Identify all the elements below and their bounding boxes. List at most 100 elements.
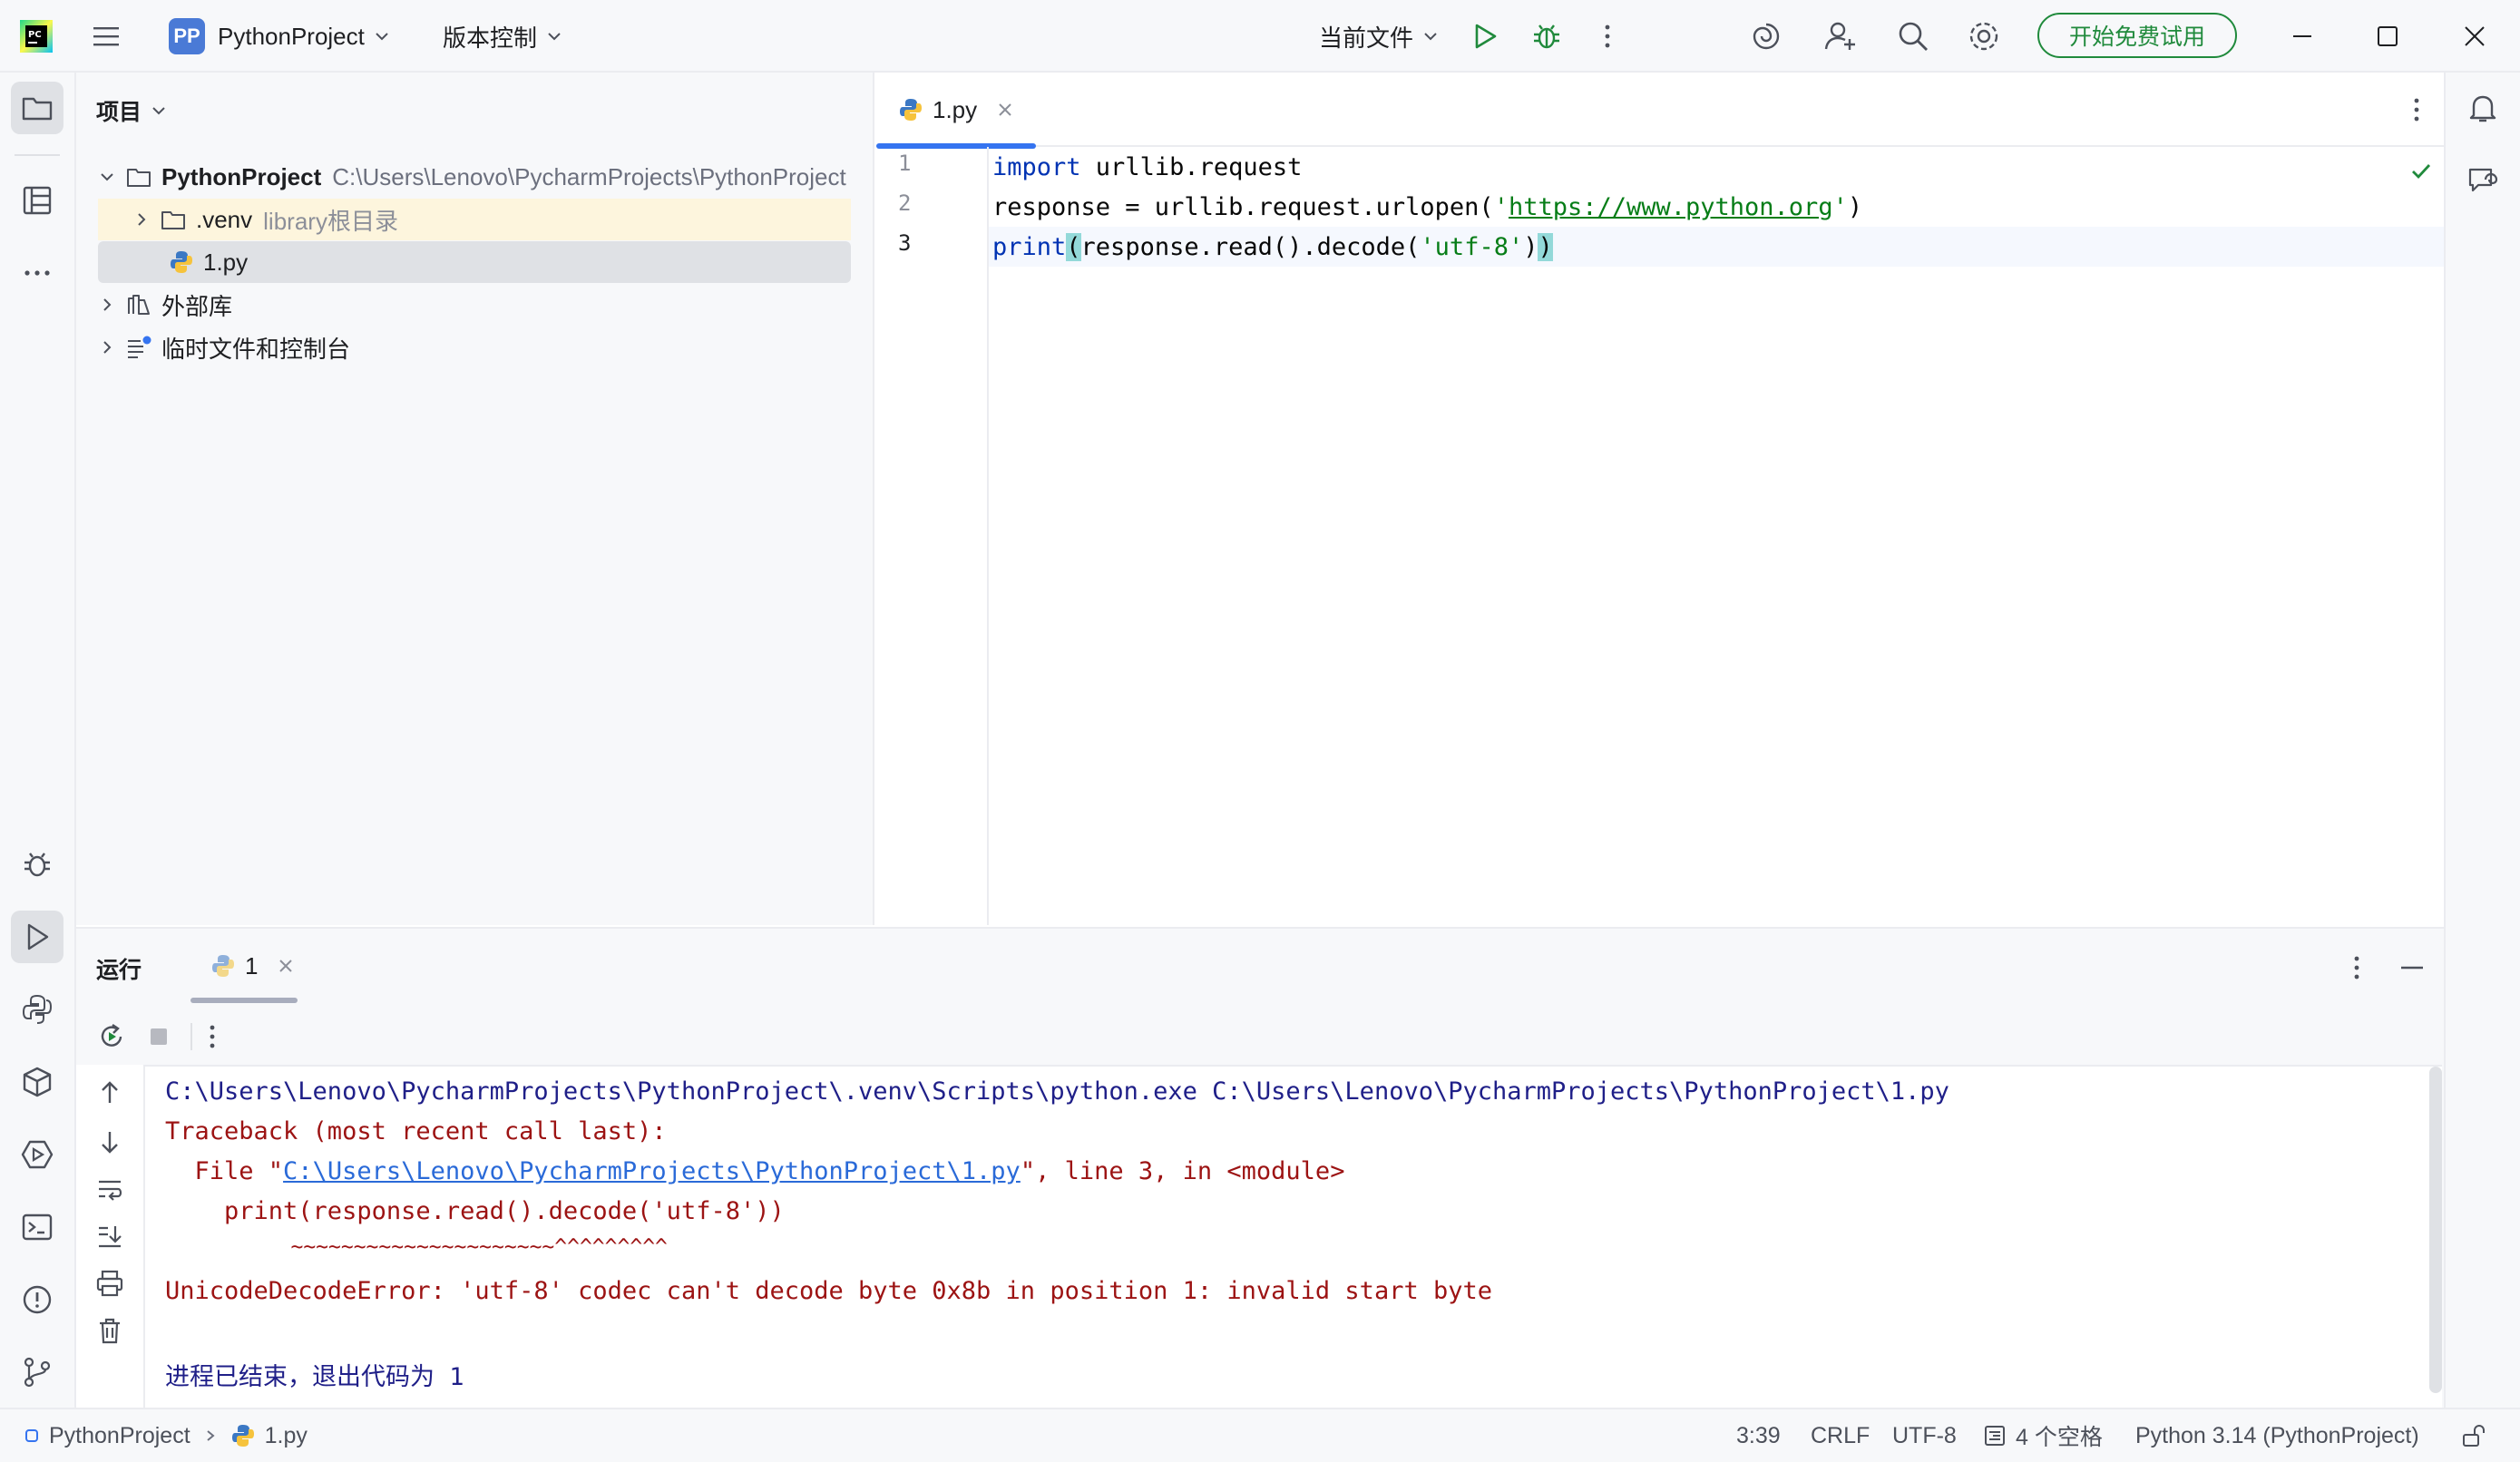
structure-icon xyxy=(23,186,52,215)
vcs-tool-button[interactable] xyxy=(11,1346,63,1399)
indent-setting[interactable]: 4 个空格 xyxy=(1983,1409,2103,1462)
code-url-link[interactable]: https://www.python.org xyxy=(1509,193,1833,221)
python-file-icon xyxy=(900,99,922,121)
close-tab-icon[interactable] xyxy=(278,958,294,974)
read-only-toggle[interactable] xyxy=(2460,1409,2486,1462)
code-token: print xyxy=(992,232,1067,261)
tree-item-external-libraries[interactable]: 外部库 xyxy=(98,284,232,326)
more-vertical-icon xyxy=(210,1025,215,1048)
run-tool-button[interactable] xyxy=(11,911,63,963)
run-button[interactable] xyxy=(1470,0,1500,73)
console-output[interactable]: C:\Users\Lenovo\PycharmProjects\PythonPr… xyxy=(145,1065,2442,1408)
main-menu-button[interactable] xyxy=(91,0,122,73)
breadcrumb-file[interactable]: 1.py xyxy=(265,1423,308,1449)
packages-icon xyxy=(23,1067,52,1097)
code-line-3[interactable]: print(response.read().decode('utf-8')) xyxy=(992,227,1553,267)
debug-button[interactable] xyxy=(1531,0,1562,73)
console-scrollbar[interactable] xyxy=(2429,1067,2442,1393)
search-icon xyxy=(1899,22,1928,51)
code-line-2[interactable]: response = urllib.request.urlopen(' https… xyxy=(992,187,1862,227)
tree-item-scratches[interactable]: 临时文件和控制台 xyxy=(98,327,350,368)
chevron-down-icon xyxy=(101,173,113,181)
chevron-down-icon xyxy=(376,33,388,41)
python-interpreter[interactable]: Python 3.14 (PythonProject) xyxy=(2135,1409,2419,1462)
code-token: ) xyxy=(1847,192,1863,221)
chevron-right-icon xyxy=(138,213,146,226)
caret-position[interactable]: 3:39 xyxy=(1736,1409,1781,1462)
code-token: response = urllib.request.urlopen( xyxy=(992,192,1494,221)
tree-item-root[interactable]: PythonProject C:\Users\Lenovo\PycharmPro… xyxy=(98,156,846,198)
search-button[interactable] xyxy=(1896,0,1930,73)
run-config-selector[interactable]: 当前文件 xyxy=(1319,0,1439,73)
breadcrumb-project[interactable]: PythonProject xyxy=(49,1423,190,1449)
start-free-trial-button[interactable]: 开始免费试用 xyxy=(2037,13,2237,58)
stop-icon xyxy=(151,1028,167,1045)
chevron-right-icon xyxy=(207,1430,215,1441)
terminal-tool-button[interactable] xyxy=(11,1201,63,1253)
editor-tab-bar: 1.py xyxy=(876,73,2444,149)
scroll-to-end-icon xyxy=(99,1226,122,1248)
maximize-window-button[interactable] xyxy=(2375,0,2400,73)
editor-tabs-menu-button[interactable] xyxy=(2408,94,2426,125)
line-separator[interactable]: CRLF xyxy=(1811,1409,1870,1462)
scroll-to-end-button[interactable] xyxy=(94,1221,125,1252)
project-switcher[interactable]: PP PythonProject xyxy=(169,0,390,73)
soft-wrap-button[interactable] xyxy=(94,1174,125,1204)
folder-icon xyxy=(161,211,185,229)
settings-button[interactable] xyxy=(1967,0,2001,73)
editor-tab-1py[interactable]: 1.py xyxy=(876,73,1036,149)
ai-chat-button[interactable] xyxy=(2457,154,2509,207)
line-number: 1 xyxy=(898,151,912,176)
python-console-button[interactable] xyxy=(11,983,63,1036)
file-encoding[interactable]: UTF-8 xyxy=(1892,1409,1957,1462)
console-file-link[interactable]: C:\Users\Lenovo\PycharmProjects\PythonPr… xyxy=(283,1157,1021,1185)
folder-icon xyxy=(127,169,151,187)
close-tab-icon[interactable] xyxy=(997,102,1013,118)
ai-assistant-button[interactable] xyxy=(1749,0,1783,73)
clear-all-button[interactable] xyxy=(94,1315,125,1346)
more-tools-button[interactable] xyxy=(11,247,63,299)
print-button[interactable] xyxy=(94,1268,125,1299)
tree-item-venv[interactable]: .venv library根目录 xyxy=(98,199,851,240)
project-tool-button[interactable] xyxy=(11,82,63,134)
services-tool-button[interactable] xyxy=(11,1128,63,1181)
tree-item-file-1py[interactable]: 1.py xyxy=(98,241,851,283)
minimize-icon xyxy=(2401,966,2423,970)
close-icon xyxy=(2465,26,2485,46)
stop-button[interactable] xyxy=(143,1021,174,1052)
vcs-menu[interactable]: 版本控制 xyxy=(443,0,562,73)
code-token: ) xyxy=(1523,232,1538,261)
active-tab-indicator xyxy=(190,998,298,1003)
structure-tool-button[interactable] xyxy=(11,174,63,227)
problems-tool-button[interactable] xyxy=(11,1273,63,1326)
venv-folder-name: .venv xyxy=(196,205,253,233)
debug-tool-button[interactable] xyxy=(11,838,63,891)
indent-icon xyxy=(1985,1426,2005,1446)
notifications-button[interactable] xyxy=(2457,82,2509,134)
python-packages-button[interactable] xyxy=(11,1056,63,1108)
code-with-me-button[interactable] xyxy=(1823,0,1858,73)
scratches-label: 临时文件和控制台 xyxy=(161,335,351,363)
rerun-button[interactable] xyxy=(96,1021,127,1052)
run-toolbar-more-button[interactable] xyxy=(203,1021,221,1052)
code-token: ' xyxy=(1832,192,1848,221)
close-window-button[interactable] xyxy=(2462,0,2487,73)
run-config-label: 当前文件 xyxy=(1319,24,1414,52)
gear-icon xyxy=(1969,22,1998,51)
scroll-up-button[interactable] xyxy=(94,1077,125,1108)
hide-panel-button[interactable] xyxy=(2397,952,2427,983)
chevron-down-icon xyxy=(152,107,165,115)
scroll-down-button[interactable] xyxy=(94,1126,125,1157)
run-tab-1[interactable]: 1 xyxy=(190,929,298,1003)
no-problems-indicator[interactable] xyxy=(2409,160,2433,183)
project-panel-header[interactable]: 项目 xyxy=(96,94,167,127)
code-token: ' xyxy=(1493,192,1509,221)
run-panel-options-button[interactable] xyxy=(2348,952,2366,983)
chevron-down-icon xyxy=(1424,33,1437,41)
minimize-window-button[interactable] xyxy=(2290,0,2315,73)
right-tool-stripe xyxy=(2444,73,2520,1408)
code-line-1[interactable]: import urllib.request xyxy=(992,147,1302,187)
more-actions-button[interactable] xyxy=(1598,0,1617,73)
toolbar-divider xyxy=(190,1023,192,1050)
bug-icon xyxy=(1534,24,1559,49)
